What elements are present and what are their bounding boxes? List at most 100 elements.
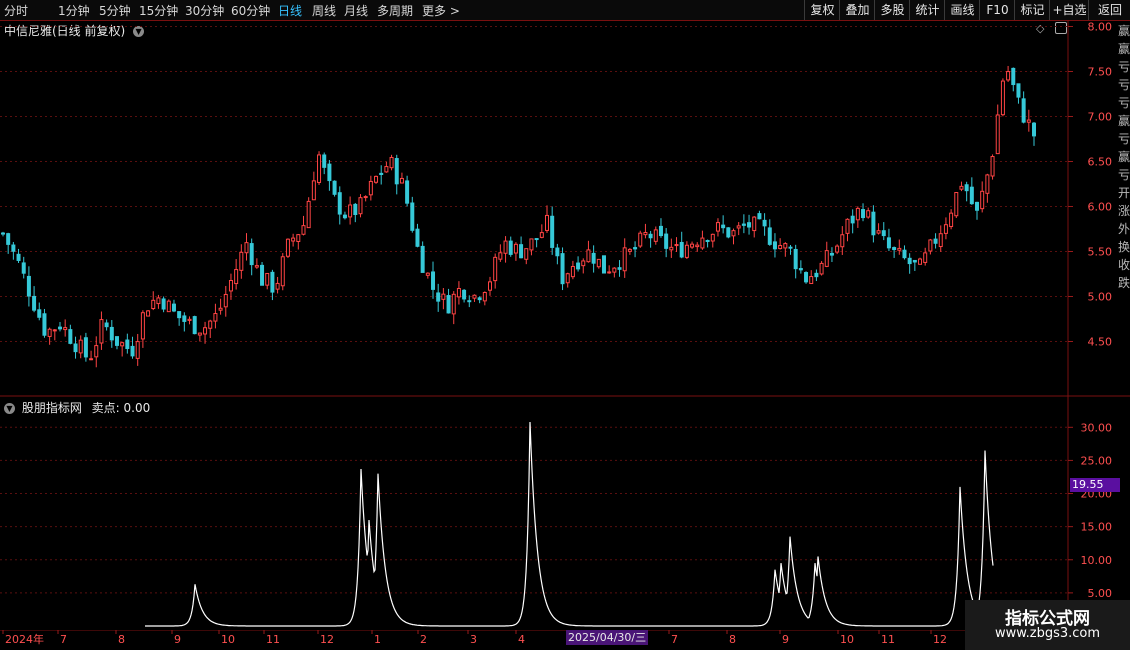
add-watchlist-button[interactable]: +自选	[1049, 0, 1089, 20]
x-axis-label: 12	[933, 633, 947, 646]
multi-stock-button[interactable]: 多股	[874, 0, 910, 20]
y-tick-label: 5.00	[1088, 291, 1113, 304]
candle	[244, 233, 249, 261]
indicator-chart: 30.0025.0020.0015.0010.005.00	[0, 396, 1130, 630]
crosshair-date: 2025/04/30/三	[566, 630, 649, 645]
candlestick-chart: 8.00 7.50 7.00 6.50 6.00 5.50 5.00 4.50	[0, 20, 1130, 396]
candle	[788, 244, 793, 255]
candle	[513, 242, 518, 261]
candle	[47, 327, 52, 345]
candle	[985, 173, 990, 203]
y-tick-label: 7.00	[1088, 111, 1113, 124]
candle	[249, 238, 254, 276]
candle	[529, 238, 534, 256]
candle	[923, 247, 928, 266]
candle	[508, 236, 513, 257]
candle	[482, 291, 487, 306]
back-button[interactable]: 返回	[1088, 0, 1130, 20]
candle	[78, 335, 83, 359]
watermark-url: www.zbgs3.com	[994, 626, 1101, 641]
candle	[881, 222, 886, 241]
side-strip-char: 赢	[1118, 114, 1130, 128]
candle	[741, 214, 746, 234]
candle	[819, 261, 824, 276]
indicator-marker-value: 19.55	[1070, 478, 1120, 492]
y-tick-label: 8.00	[1088, 21, 1113, 34]
tab-timeframe-active[interactable]: 日线	[278, 2, 302, 19]
candle	[519, 236, 524, 259]
overlay-button[interactable]: 叠加	[839, 0, 875, 20]
candle	[607, 265, 612, 274]
watermark: 指标公式网 www.zbgs3.com	[965, 600, 1130, 650]
restore-rights-button[interactable]: 复权	[804, 0, 840, 20]
candle	[73, 336, 78, 359]
candle	[104, 319, 109, 331]
tab-timeframe[interactable]: 60分钟	[231, 2, 270, 19]
side-strip-char: 亏	[1118, 60, 1130, 74]
candle	[897, 239, 902, 255]
statistics-button[interactable]: 统计	[909, 0, 945, 20]
candle	[327, 159, 332, 191]
candle	[192, 315, 197, 335]
candle	[550, 206, 555, 255]
candle	[710, 233, 715, 248]
candle	[912, 259, 917, 271]
candle	[1032, 122, 1036, 146]
draw-line-button[interactable]: 画线	[944, 0, 980, 20]
x-axis-label: 9	[782, 633, 789, 646]
candle	[166, 299, 171, 313]
tab-timeframe[interactable]: 15分钟	[139, 2, 178, 19]
y-tick-label: 6.00	[1088, 201, 1113, 214]
indicator-y-tick: 10.00	[1081, 554, 1113, 567]
candle	[601, 255, 606, 274]
candle	[135, 333, 140, 366]
candle	[208, 319, 213, 338]
f10-button[interactable]: F10	[979, 0, 1015, 20]
candle	[969, 177, 974, 205]
candle	[311, 171, 316, 201]
tab-timeframe[interactable]: 月线	[344, 2, 368, 19]
candle	[866, 207, 871, 219]
candle	[622, 238, 627, 278]
tab-timeframe[interactable]: 30分钟	[185, 2, 224, 19]
candle	[855, 206, 860, 228]
candle	[42, 308, 47, 338]
candle	[467, 295, 472, 308]
candle	[975, 201, 980, 220]
top-toolbar: 分时 1分钟 5分钟 15分钟 30分钟 60分钟 日线 周线 月线 多周期 更…	[0, 0, 1130, 21]
x-axis-label: 2024年	[5, 632, 44, 646]
candle	[260, 261, 265, 286]
candle	[524, 248, 529, 265]
candle	[570, 260, 575, 280]
y-tick-label: 7.50	[1088, 66, 1113, 79]
candle	[410, 196, 415, 233]
candle	[539, 224, 544, 239]
candle	[182, 312, 187, 332]
candle	[783, 242, 788, 257]
candle	[342, 211, 347, 220]
side-strip-char: 外	[1118, 222, 1130, 236]
mark-button[interactable]: 标记	[1014, 0, 1050, 20]
x-axis-label: 7	[671, 633, 678, 646]
candle	[757, 210, 762, 220]
candle	[664, 228, 669, 258]
tab-timeframe[interactable]: 5分钟	[99, 2, 131, 19]
candle	[498, 244, 503, 262]
tab-timeframe[interactable]: 多周期	[377, 2, 413, 19]
tab-timeframe[interactable]: 分时	[4, 2, 28, 19]
tab-timeframe[interactable]: 周线	[312, 2, 336, 19]
x-axis-label: 9	[174, 633, 181, 646]
time-axis: 2024年78910111212347891011121	[0, 630, 1130, 646]
side-strip-char: 涨	[1118, 204, 1130, 218]
candle	[695, 242, 700, 252]
candle	[980, 181, 985, 213]
candle	[420, 241, 425, 273]
candle	[581, 258, 586, 274]
candle	[16, 248, 21, 263]
side-strip-char: 亏	[1118, 96, 1130, 110]
candle	[555, 243, 560, 265]
candle	[436, 283, 441, 312]
tab-timeframe[interactable]: 1分钟	[58, 2, 90, 19]
more-timeframes-button[interactable]: 更多 >	[422, 2, 460, 19]
candle	[203, 321, 208, 344]
